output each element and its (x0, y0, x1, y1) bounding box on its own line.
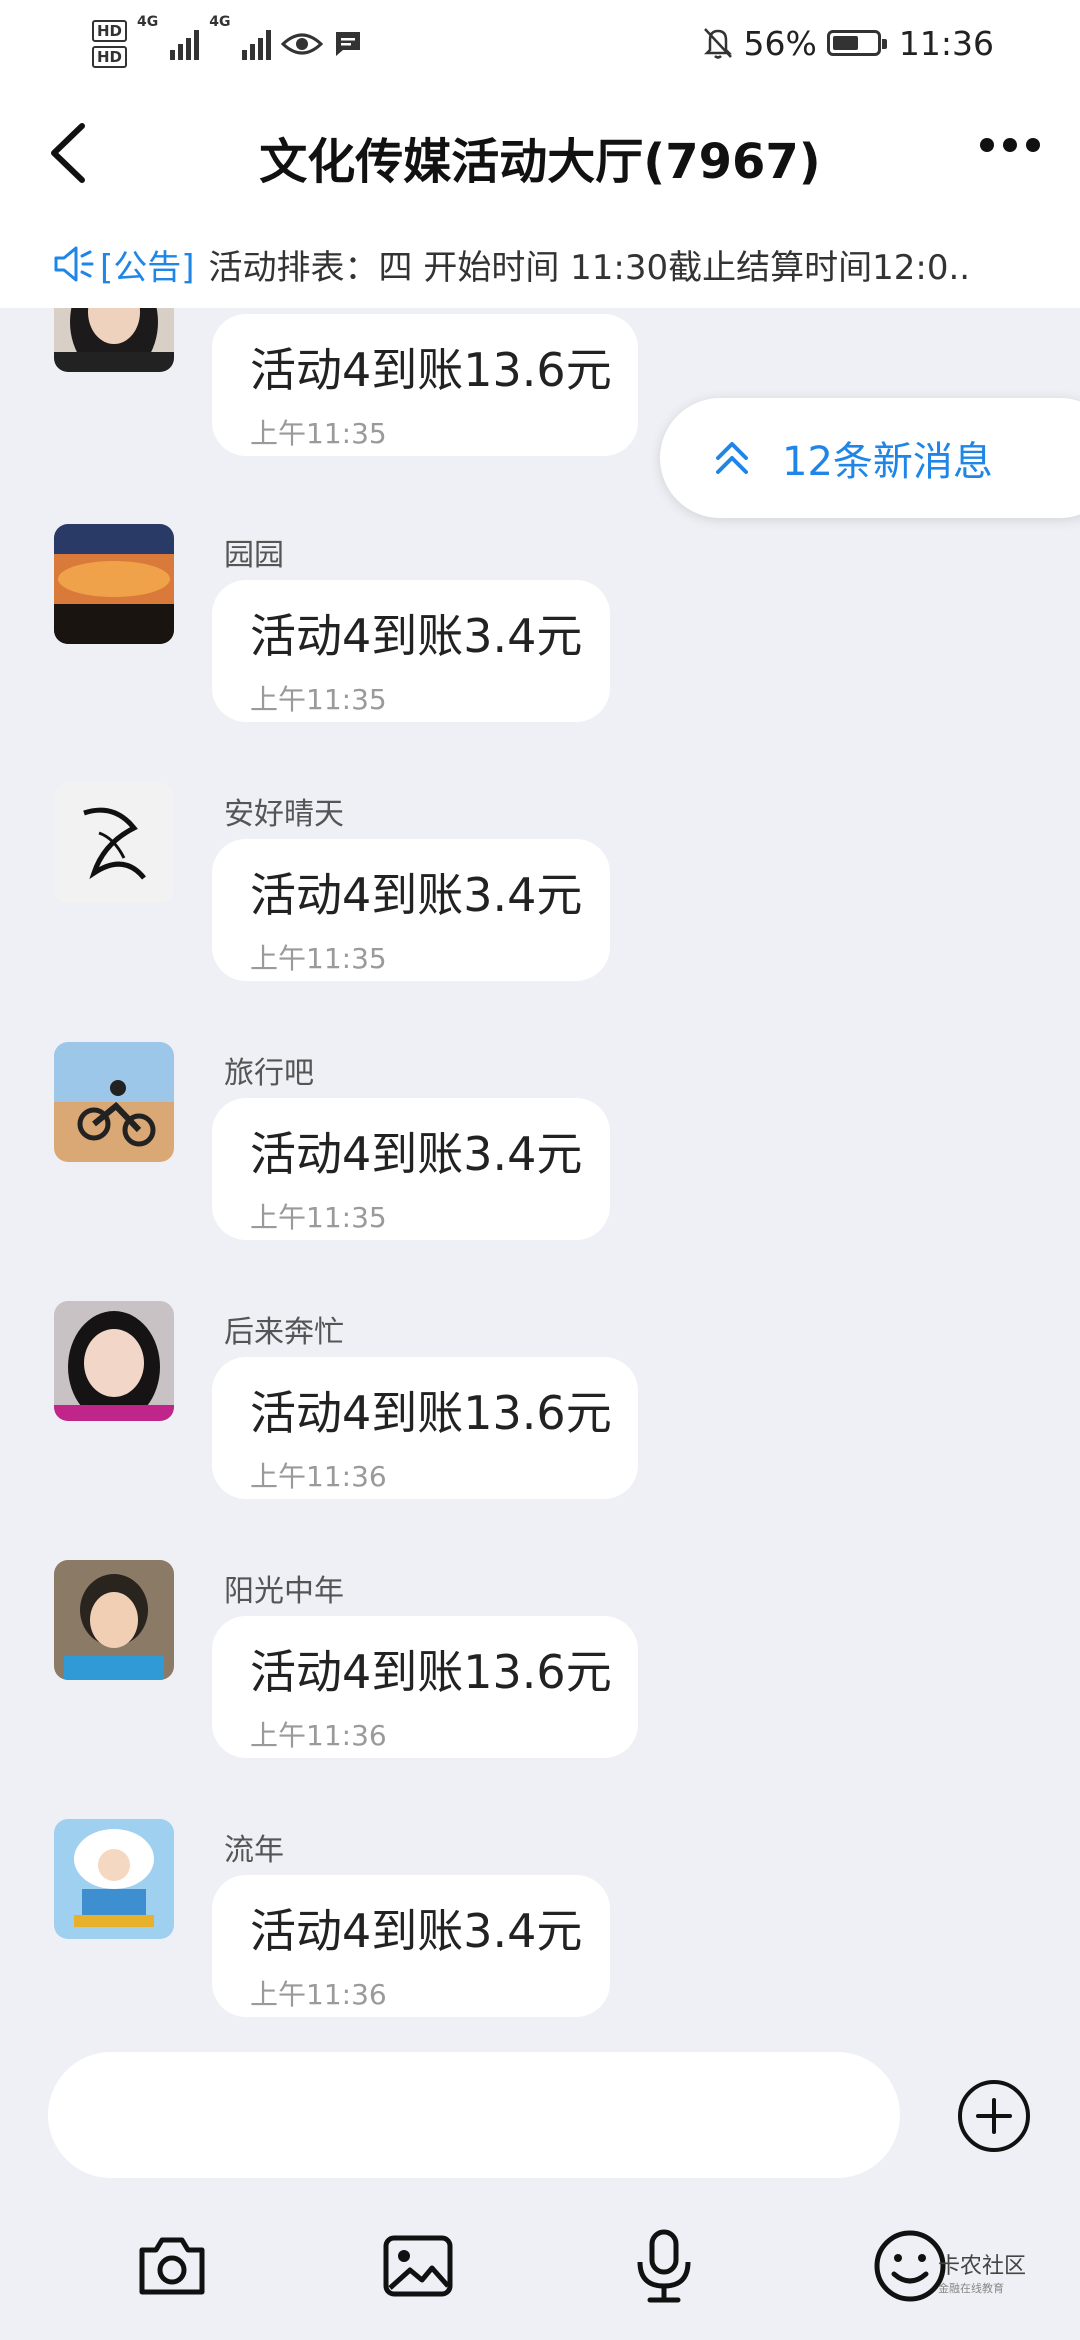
message-bubble[interactable]: 活动4到账3.4元 上午11:35 (212, 839, 610, 981)
message-bubble[interactable]: 活动4到账13.6元 上午11:35 (212, 314, 638, 456)
hd-badge-1: HD (92, 20, 128, 42)
avatar[interactable] (54, 524, 174, 644)
watermark: 卡农社区 金融在线教育 (938, 2248, 1026, 2296)
message-time: 上午11:35 (250, 683, 387, 716)
sender-name: 阳光中年 (224, 1574, 344, 1609)
chat-header: 文化传媒活动大厅(7967) (0, 88, 1080, 220)
input-area: 卡农社区 金融在线教育 (0, 2038, 1080, 2340)
camera-icon[interactable] (134, 2228, 210, 2304)
add-circle-icon[interactable] (956, 2078, 1032, 2154)
avatar[interactable] (54, 1819, 174, 1939)
sender-name: 流年 (224, 1833, 284, 1868)
message-text: 活动4到账13.6元 (250, 1386, 612, 1440)
message-text: 活动4到账3.4元 (250, 609, 583, 663)
message-time: 上午11:35 (250, 942, 387, 975)
more-options-icon[interactable] (980, 138, 1040, 152)
status-bar: HD HD 4G 4G 56% 11:36 (0, 0, 1080, 88)
message-bubble[interactable]: 活动4到账3.4元 上午11:36 (212, 1875, 610, 2017)
avatar[interactable] (54, 1042, 174, 1162)
avatar[interactable] (54, 783, 174, 903)
double-chevron-up-icon (716, 442, 748, 474)
message-time: 上午11:35 (250, 417, 387, 450)
message-time: 上午11:35 (250, 1201, 387, 1234)
microphone-icon[interactable] (626, 2228, 702, 2304)
status-left: HD HD 4G 4G (92, 14, 363, 74)
new-messages-button[interactable]: 12条新消息 (660, 398, 1080, 518)
sender-name: 后来奔忙 (224, 1315, 344, 1350)
message-input[interactable] (48, 2052, 900, 2178)
bell-off-icon (703, 28, 732, 59)
message-bubble[interactable]: 活动4到账3.4元 上午11:35 (212, 1098, 610, 1240)
speaker-icon (54, 246, 94, 282)
watermark-title: 卡农社区 (938, 2254, 1027, 2279)
eye-icon (281, 33, 324, 55)
message-time: 上午11:36 (250, 1719, 387, 1752)
new-messages-label: 12条新消息 (782, 439, 993, 485)
emoji-icon[interactable] (872, 2228, 948, 2304)
message-time: 上午11:36 (250, 1978, 387, 2011)
message-text: 活动4到账3.4元 (250, 1127, 583, 1181)
network-type-1: 4G (137, 14, 159, 30)
message-bubble[interactable]: 活动4到账13.6元 上午11:36 (212, 1616, 638, 1758)
message-list[interactable]: 活动4到账13.6元 上午11:35 园园 活动4到账3.4元 上午11:35 (0, 308, 1080, 2038)
avatar[interactable] (54, 308, 174, 372)
message-text: 活动4到账3.4元 (250, 868, 583, 922)
battery-percent: 56% (743, 23, 817, 63)
message-time: 上午11:36 (250, 1460, 387, 1493)
announcement-bar[interactable]: [公告] 活动排表：四 开始时间 11:30截止结算时间12:0.. (0, 220, 1080, 308)
hd-badge-2: HD (92, 46, 128, 68)
sender-name: 安好晴天 (224, 797, 344, 832)
signal-icon-2 (242, 28, 272, 60)
sender-name: 园园 (224, 538, 284, 573)
chat-title: 文化传媒活动大厅(7967) (259, 134, 821, 190)
message-icon (336, 32, 361, 56)
avatar[interactable] (54, 1560, 174, 1680)
image-icon[interactable] (380, 2228, 456, 2304)
network-type-2: 4G (209, 14, 231, 30)
message-bubble[interactable]: 活动4到账3.4元 上午11:35 (212, 580, 610, 722)
battery-icon (826, 30, 887, 56)
watermark-subtitle: 金融在线教育 (938, 2282, 1004, 2295)
message-bubble[interactable]: 活动4到账13.6元 上午11:36 (212, 1357, 638, 1499)
message-text: 活动4到账3.4元 (250, 1904, 583, 1958)
announcement-text: 活动排表：四 开始时间 11:30截止结算时间12:0.. (208, 247, 971, 288)
announcement-tag: [公告] (100, 247, 195, 288)
avatar[interactable] (54, 1301, 174, 1421)
message-text: 活动4到账13.6元 (250, 343, 612, 397)
signal-icon (170, 28, 200, 60)
status-right: 56% 11:36 (702, 18, 994, 68)
clock: 11:36 (898, 23, 994, 63)
sender-name: 旅行吧 (224, 1056, 314, 1091)
message-text: 活动4到账13.6元 (250, 1645, 612, 1699)
